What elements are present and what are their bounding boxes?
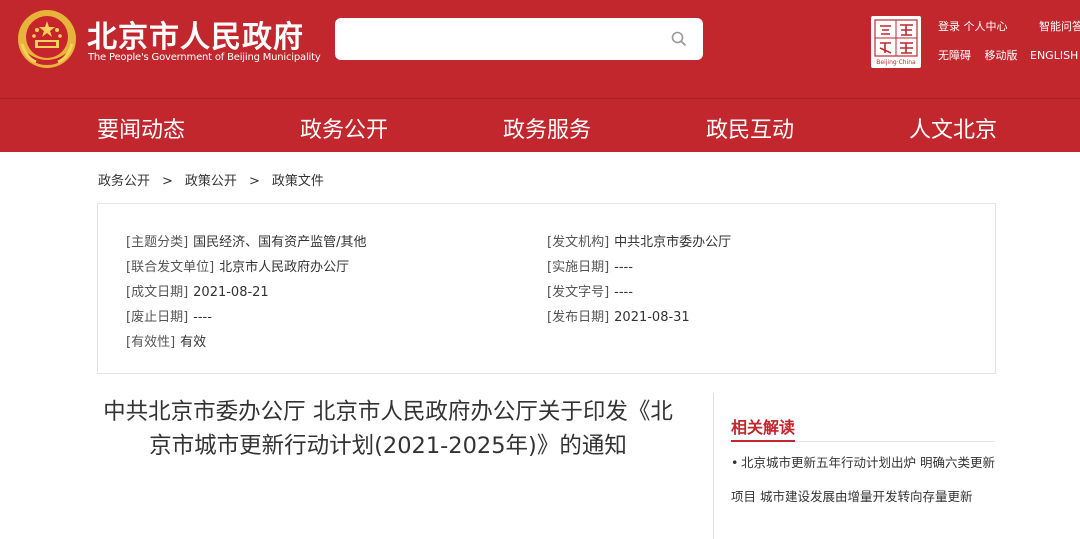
capital-logo-subtext: Beijing·China	[876, 59, 916, 66]
national-emblem-icon[interactable]	[16, 8, 78, 70]
capital-beijing-china-logo-icon	[874, 19, 918, 57]
info-key: [有效性]	[126, 335, 176, 350]
info-written-date: [成文日期] 2021-08-21	[126, 281, 269, 300]
mobile-version-link[interactable]: 移动版	[985, 49, 1018, 62]
column-divider	[713, 393, 714, 539]
info-publish-date: [发布日期] 2021-08-31	[547, 306, 690, 325]
info-issuer: [发文机构] 中共北京市委办公厅	[547, 231, 731, 250]
capital-beijing-logo[interactable]: Beijing·China	[871, 16, 921, 68]
search-input[interactable]	[347, 26, 647, 52]
related-heading: 相关解读	[731, 418, 796, 437]
info-key: [联合发文单位]	[126, 260, 215, 275]
english-link[interactable]: ENGLISH	[1030, 49, 1078, 62]
info-key: [发文字号]	[547, 285, 610, 300]
nav-item-interaction[interactable]: 政民互动	[706, 112, 794, 144]
info-topic: [主题分类] 国民经济、国有资产监管/其他	[126, 231, 367, 250]
info-value: ----	[614, 285, 633, 300]
main-nav: 要闻动态 政务公开 政务服务 政民互动 人文北京	[0, 98, 1080, 152]
site-header: 北京市人民政府 The People's Government of Beiji…	[0, 0, 1080, 98]
info-doc-number: [发文字号] ----	[547, 281, 633, 300]
info-expiry-date: [废止日期] ----	[126, 306, 212, 325]
info-value: 国民经济、国有资产监管/其他	[193, 235, 367, 250]
article-title: 中共北京市委办公厅 北京市人民政府办公厅关于印发《北京市城市更新行动计划(202…	[103, 399, 673, 459]
english-container: ENGLISH	[1030, 49, 1078, 62]
info-value: ----	[193, 310, 212, 325]
breadcrumb: 政务公开 > 政策公开 > 政策文件	[98, 170, 324, 189]
search-icon[interactable]	[671, 31, 687, 47]
info-validity: [有效性] 有效	[126, 331, 206, 350]
login-link[interactable]: 登录	[938, 20, 960, 33]
related-heading-underline	[731, 440, 795, 442]
nav-item-gov-affairs-open[interactable]: 政务公开	[300, 112, 388, 144]
info-key: [废止日期]	[126, 310, 189, 325]
info-effective-date: [实施日期] ----	[547, 256, 633, 275]
breadcrumb-item[interactable]: 政策文件	[272, 174, 324, 189]
search-box[interactable]	[335, 18, 703, 60]
info-key: [实施日期]	[547, 260, 610, 275]
info-key: [发文机构]	[547, 235, 610, 250]
info-value: ----	[614, 260, 633, 275]
site-subtitle: The People's Government of Beijing Munic…	[88, 52, 321, 63]
nav-item-gov-services[interactable]: 政务服务	[503, 112, 591, 144]
breadcrumb-separator: >	[162, 174, 173, 189]
site-title[interactable]: 北京市人民政府	[87, 12, 304, 56]
info-value: 2021-08-21	[193, 285, 269, 300]
info-value: 有效	[180, 335, 207, 350]
info-value: 北京市人民政府办公厅	[219, 260, 350, 275]
accessibility-links: 无障碍 移动版	[938, 47, 1018, 63]
smart-qa-container: 智能问答	[1039, 18, 1080, 34]
info-key: [成文日期]	[126, 285, 189, 300]
breadcrumb-item[interactable]: 政务公开	[98, 174, 150, 189]
login-links: 登录 个人中心	[938, 18, 1008, 34]
breadcrumb-item[interactable]: 政策公开	[185, 174, 237, 189]
info-key: [主题分类]	[126, 235, 189, 250]
related-divider	[795, 441, 995, 442]
info-value: 2021-08-31	[614, 310, 690, 325]
info-value: 中共北京市委办公厅	[614, 235, 732, 250]
related-link[interactable]: 北京城市更新五年行动计划出炉 明确六类更新项目 城市建设发展由增量开发转向存量更…	[731, 455, 995, 504]
related-list-item[interactable]: • 北京城市更新五年行动计划出炉 明确六类更新项目 城市建设发展由增量开发转向存量…	[731, 446, 999, 514]
personal-center-link[interactable]: 个人中心	[964, 20, 1008, 33]
info-joint-issuer: [联合发文单位] 北京市人民政府办公厅	[126, 256, 349, 275]
nav-item-news[interactable]: 要闻动态	[97, 112, 185, 144]
bullet-icon: •	[731, 455, 739, 470]
nav-item-culture[interactable]: 人文北京	[909, 112, 997, 144]
breadcrumb-separator: >	[248, 174, 260, 189]
document-info-box: [主题分类] 国民经济、国有资产监管/其他 [联合发文单位] 北京市人民政府办公厅 …	[97, 203, 996, 374]
accessibility-link[interactable]: 无障碍	[938, 49, 971, 62]
info-key: [发布日期]	[547, 310, 610, 325]
smart-qa-link[interactable]: 智能问答	[1039, 20, 1080, 33]
